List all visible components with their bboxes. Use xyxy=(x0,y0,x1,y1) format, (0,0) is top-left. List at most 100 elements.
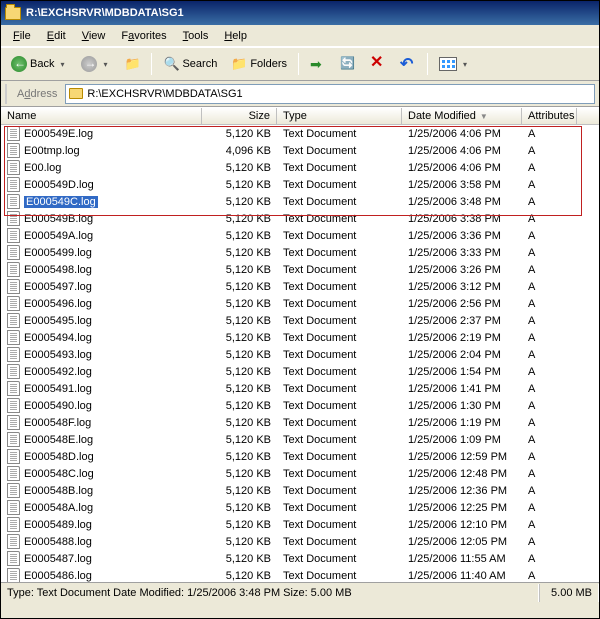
file-type: Text Document xyxy=(277,196,402,208)
file-attr: A xyxy=(522,502,577,514)
file-size: 5,120 KB xyxy=(202,451,277,463)
grip[interactable] xyxy=(5,84,7,104)
file-date: 1/25/2006 4:06 PM xyxy=(402,128,522,140)
file-date: 1/25/2006 12:25 PM xyxy=(402,502,522,514)
table-row[interactable]: E000548B.log5,120 KBText Document1/25/20… xyxy=(1,482,599,499)
file-icon xyxy=(7,347,20,362)
file-attr: A xyxy=(522,298,577,310)
table-row[interactable]: E0005487.log5,120 KBText Document1/25/20… xyxy=(1,550,599,567)
table-row[interactable]: E0005489.log5,120 KBText Document1/25/20… xyxy=(1,516,599,533)
up-folder-icon xyxy=(124,56,140,72)
toolbar: Back Search Folders ✕ xyxy=(1,47,599,81)
file-size: 5,120 KB xyxy=(202,281,277,293)
search-button[interactable]: Search xyxy=(157,52,223,76)
file-attr: A xyxy=(522,247,577,259)
file-name: E000548F.log xyxy=(24,417,91,429)
col-date[interactable]: Date Modified▼ xyxy=(402,108,522,124)
file-type: Text Document xyxy=(277,179,402,191)
file-size: 5,120 KB xyxy=(202,502,277,514)
col-size[interactable]: Size xyxy=(202,108,277,124)
title-bar[interactable]: R:\EXCHSRVR\MDBDATA\SG1 xyxy=(1,1,599,25)
chevron-down-icon[interactable] xyxy=(460,58,470,70)
delete-button[interactable]: ✕ xyxy=(364,52,392,76)
table-row[interactable]: E0005493.log5,120 KBText Document1/25/20… xyxy=(1,346,599,363)
table-row[interactable]: E0005492.log5,120 KBText Document1/25/20… xyxy=(1,363,599,380)
file-size: 4,096 KB xyxy=(202,145,277,157)
file-attr: A xyxy=(522,196,577,208)
table-row[interactable]: E000548A.log5,120 KBText Document1/25/20… xyxy=(1,499,599,516)
file-type: Text Document xyxy=(277,434,402,446)
file-type: Text Document xyxy=(277,502,402,514)
undo-button[interactable] xyxy=(394,52,422,76)
file-attr: A xyxy=(522,145,577,157)
file-date: 1/25/2006 2:56 PM xyxy=(402,298,522,310)
address-bar: Address R:\EXCHSRVR\MDBDATA\SG1 xyxy=(1,81,599,107)
table-row[interactable]: E000549B.log5,120 KBText Document1/25/20… xyxy=(1,210,599,227)
file-size: 5,120 KB xyxy=(202,383,277,395)
file-icon xyxy=(7,483,20,498)
separator xyxy=(151,53,152,75)
go-button[interactable] xyxy=(304,52,332,76)
table-row[interactable]: E00.log5,120 KBText Document1/25/2006 4:… xyxy=(1,159,599,176)
file-icon xyxy=(7,313,20,328)
menu-help[interactable]: Help xyxy=(216,27,255,45)
col-type[interactable]: Type xyxy=(277,108,402,124)
folder-icon xyxy=(69,88,83,99)
address-field[interactable]: R:\EXCHSRVR\MDBDATA\SG1 xyxy=(65,84,595,104)
file-name: E000548B.log xyxy=(24,485,93,497)
menu-view[interactable]: View xyxy=(74,27,114,45)
file-type: Text Document xyxy=(277,366,402,378)
address-value: R:\EXCHSRVR\MDBDATA\SG1 xyxy=(87,88,242,100)
file-type: Text Document xyxy=(277,247,402,259)
menu-favorites[interactable]: Favorites xyxy=(113,27,174,45)
forward-button[interactable] xyxy=(75,52,116,76)
file-name: E000549C.log xyxy=(24,196,98,208)
table-row[interactable]: E000548E.log5,120 KBText Document1/25/20… xyxy=(1,431,599,448)
file-name: E0005492.log xyxy=(24,366,92,378)
table-row[interactable]: E000549C.log5,120 KBText Document1/25/20… xyxy=(1,193,599,210)
table-row[interactable]: E0005494.log5,120 KBText Document1/25/20… xyxy=(1,329,599,346)
col-name[interactable]: Name xyxy=(1,108,202,124)
table-row[interactable]: E0005490.log5,120 KBText Document1/25/20… xyxy=(1,397,599,414)
sync-button[interactable] xyxy=(334,52,362,76)
menu-tools[interactable]: Tools xyxy=(175,27,217,45)
file-date: 1/25/2006 3:33 PM xyxy=(402,247,522,259)
file-name: E0005486.log xyxy=(24,570,92,582)
table-row[interactable]: E0005491.log5,120 KBText Document1/25/20… xyxy=(1,380,599,397)
file-icon xyxy=(7,143,20,158)
table-row[interactable]: E0005499.log5,120 KBText Document1/25/20… xyxy=(1,244,599,261)
menu-edit[interactable]: Edit xyxy=(39,27,74,45)
back-button[interactable]: Back xyxy=(5,52,73,76)
file-list[interactable]: E000549E.log5,120 KBText Document1/25/20… xyxy=(1,125,599,582)
views-icon xyxy=(439,57,457,71)
table-row[interactable]: E000548D.log5,120 KBText Document1/25/20… xyxy=(1,448,599,465)
table-row[interactable]: E0005486.log5,120 KBText Document1/25/20… xyxy=(1,567,599,582)
file-date: 1/25/2006 4:06 PM xyxy=(402,145,522,157)
window-title: R:\EXCHSRVR\MDBDATA\SG1 xyxy=(26,7,184,19)
file-size: 5,120 KB xyxy=(202,536,277,548)
table-row[interactable]: E000549A.log5,120 KBText Document1/25/20… xyxy=(1,227,599,244)
file-icon xyxy=(7,126,20,141)
file-date: 1/25/2006 3:58 PM xyxy=(402,179,522,191)
table-row[interactable]: E0005488.log5,120 KBText Document1/25/20… xyxy=(1,533,599,550)
table-row[interactable]: E000549D.log5,120 KBText Document1/25/20… xyxy=(1,176,599,193)
table-row[interactable]: E0005498.log5,120 KBText Document1/25/20… xyxy=(1,261,599,278)
file-size: 5,120 KB xyxy=(202,553,277,565)
table-row[interactable]: E0005495.log5,120 KBText Document1/25/20… xyxy=(1,312,599,329)
table-row[interactable]: E000548C.log5,120 KBText Document1/25/20… xyxy=(1,465,599,482)
col-attributes[interactable]: Attributes xyxy=(522,108,577,124)
table-row[interactable]: E0005496.log5,120 KBText Document1/25/20… xyxy=(1,295,599,312)
chevron-down-icon[interactable] xyxy=(100,58,110,70)
file-name: E000548C.log xyxy=(24,468,94,480)
table-row[interactable]: E000549E.log5,120 KBText Document1/25/20… xyxy=(1,125,599,142)
views-button[interactable] xyxy=(433,52,476,76)
chevron-down-icon[interactable] xyxy=(57,58,67,70)
folders-button[interactable]: Folders xyxy=(225,52,293,76)
file-type: Text Document xyxy=(277,332,402,344)
table-row[interactable]: E0005497.log5,120 KBText Document1/25/20… xyxy=(1,278,599,295)
file-size: 5,120 KB xyxy=(202,196,277,208)
table-row[interactable]: E00tmp.log4,096 KBText Document1/25/2006… xyxy=(1,142,599,159)
table-row[interactable]: E000548F.log5,120 KBText Document1/25/20… xyxy=(1,414,599,431)
menu-file[interactable]: File xyxy=(5,27,39,45)
up-button[interactable] xyxy=(118,52,146,76)
